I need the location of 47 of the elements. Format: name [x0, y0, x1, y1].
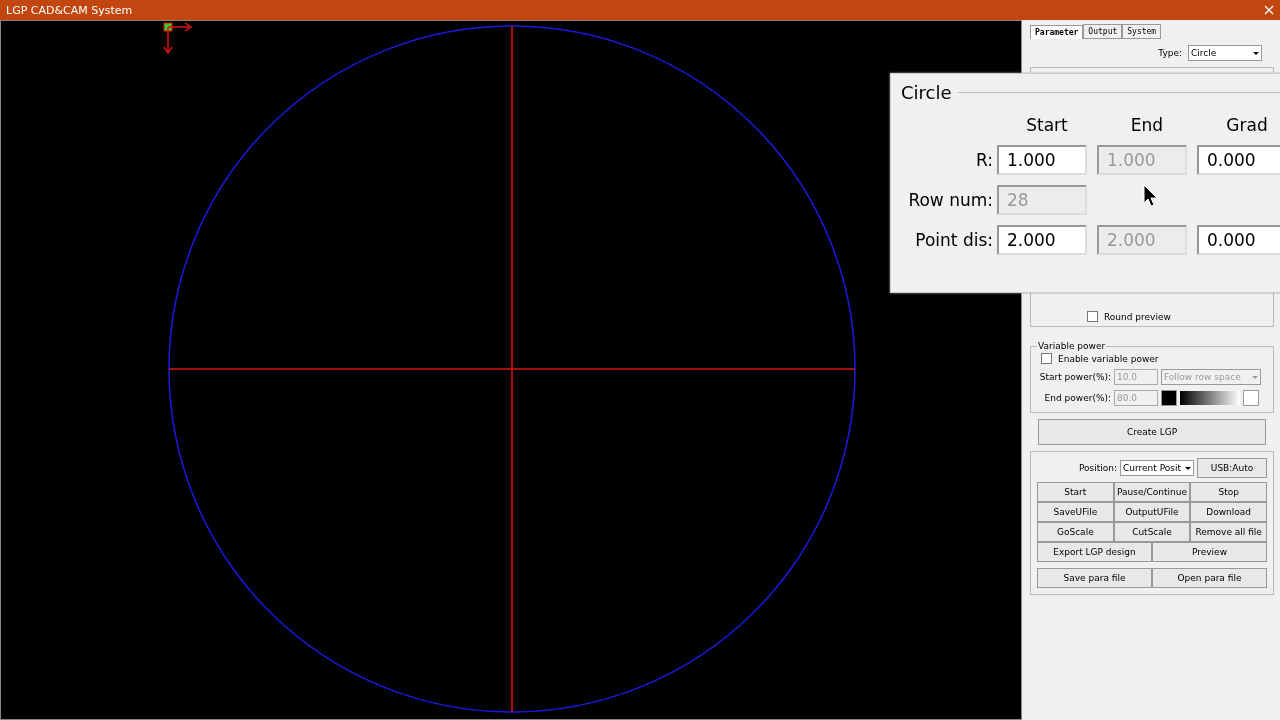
create-button[interactable]: Create LGP [1038, 419, 1266, 445]
file-button[interactable]: Save para file [1037, 568, 1152, 588]
action-button[interactable]: SaveUFile [1037, 502, 1114, 522]
action-button[interactable]: Download [1190, 502, 1267, 522]
position-dropdown[interactable]: Current Posit [1120, 460, 1194, 476]
file-button[interactable]: Open para file [1152, 568, 1267, 588]
action-button[interactable]: CutScale [1113, 522, 1191, 542]
field-label: Row num: [907, 190, 994, 210]
gradient-bar [1180, 391, 1240, 405]
input-field[interactable]: 0.000 [1197, 145, 1280, 175]
action-button[interactable]: Remove all file [1190, 522, 1267, 542]
window-title: LGP CAD&CAM System [6, 3, 133, 17]
color-swatch[interactable] [1243, 390, 1259, 406]
column-header: Grad [1225, 115, 1269, 135]
action-button[interactable]: Stop [1190, 482, 1267, 502]
checkbox[interactable] [1041, 353, 1052, 364]
action-button[interactable]: Start [1037, 482, 1114, 502]
close-icon[interactable] [1264, 5, 1274, 15]
checkbox[interactable] [1087, 311, 1098, 322]
input-field[interactable]: 1.000 [997, 145, 1087, 175]
origin-axes-icon [161, 21, 193, 55]
group-title: Circle [901, 82, 952, 103]
input-field[interactable]: 2.000 [997, 225, 1087, 255]
usb-button[interactable]: USB:Auto [1197, 458, 1267, 478]
checkbox-label: Round preview [1104, 311, 1171, 322]
action-button[interactable]: Preview [1152, 542, 1267, 562]
checkbox-label: Enable variable power [1058, 353, 1159, 364]
field-label: Point dis: [914, 230, 994, 250]
field-label: Start power(%): [1038, 372, 1111, 382]
tab[interactable]: Output [1083, 24, 1123, 39]
column-header: Start [1025, 115, 1069, 135]
column-header: End [1129, 115, 1165, 135]
group-title: Variable power [1037, 341, 1107, 351]
tab[interactable]: System [1122, 24, 1162, 39]
position-label: Position: [1078, 463, 1117, 473]
field-label: R: [974, 150, 994, 170]
tab[interactable]: Parameter [1030, 25, 1084, 39]
type-label: Type: [1158, 48, 1182, 58]
input-field[interactable]: 0.000 [1197, 225, 1280, 255]
cursor-icon [1143, 184, 1159, 208]
action-button[interactable]: GoScale [1037, 522, 1114, 542]
field-label: End power(%): [1043, 393, 1111, 403]
action-button[interactable]: Export LGP design [1037, 542, 1152, 562]
action-button[interactable]: Pause/Continue [1113, 482, 1191, 502]
action-button[interactable]: OutputUFile [1113, 502, 1191, 522]
type-dropdown[interactable]: Circle [1188, 45, 1262, 61]
color-swatch[interactable] [1161, 390, 1177, 406]
